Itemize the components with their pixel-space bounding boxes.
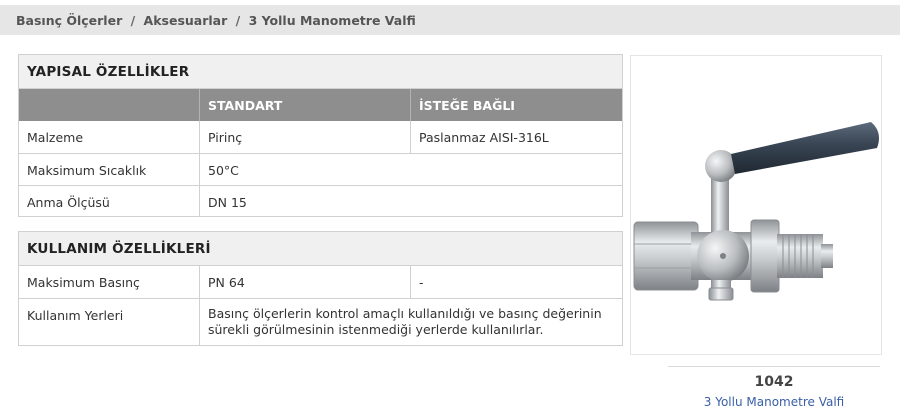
breadcrumb-separator: / — [130, 13, 136, 28]
row-label: Malzeme — [19, 121, 200, 153]
product-code: 1042 — [754, 374, 794, 390]
column-header-standard: STANDART — [200, 89, 411, 121]
table-row: Malzeme Pirinç Paslanmaz AISI-316L — [19, 121, 622, 153]
structural-properties-table: YAPISAL ÖZELLİKLER STANDART İSTEĞE BAĞLI… — [18, 54, 623, 217]
row-label: Kullanım Yerleri — [19, 299, 200, 345]
standard-value: PN 64 — [200, 266, 411, 298]
section-title: KULLANIM ÖZELLİKLERİ — [19, 232, 622, 266]
table-header-row: STANDART İSTEĞE BAĞLI — [19, 89, 622, 121]
table-row: Maksimum Basınç PN 64 - — [19, 266, 622, 298]
optional-value: Paslanmaz AISI-316L — [419, 130, 549, 145]
optional-value: - — [419, 275, 424, 290]
column-header-label — [19, 89, 200, 121]
breadcrumb-item-current: 3 Yollu Manometre Valfi — [248, 13, 416, 28]
table-row: Kullanım Yerleri Basınç ölçerlerin kontr… — [19, 298, 622, 345]
row-label: Maksimum Basınç — [19, 266, 200, 298]
row-label: Anma Ölçüsü — [19, 186, 200, 216]
breadcrumb-separator: / — [235, 13, 241, 28]
table-row: Maksimum Sıcaklık 50°C — [19, 153, 622, 185]
column-header-optional: İSTEĞE BAĞLI — [419, 98, 515, 113]
breadcrumb-item-category[interactable]: Basınç Ölçerler — [16, 13, 122, 28]
valve-image — [633, 122, 879, 301]
divider — [668, 366, 880, 367]
table-row: Anma Ölçüsü DN 15 — [19, 185, 622, 216]
breadcrumb: Basınç Ölçerler / Aksesuarlar / 3 Yollu … — [0, 5, 900, 35]
row-value: DN 15 — [208, 195, 247, 210]
product-name-link[interactable]: 3 Yollu Manometre Valfi — [668, 395, 880, 409]
section-title: YAPISAL ÖZELLİKLER — [19, 55, 622, 89]
row-value: Basınç ölçerlerin kontrol amaçlı kullanı… — [208, 306, 602, 337]
standard-value: Pirinç — [200, 121, 411, 153]
breadcrumb-item-subcategory[interactable]: Aksesuarlar — [144, 13, 228, 28]
product-image-frame[interactable] — [630, 55, 882, 355]
usage-properties-table: KULLANIM ÖZELLİKLERİ Maksimum Basınç PN … — [18, 231, 623, 346]
row-label: Maksimum Sıcaklık — [19, 154, 200, 185]
row-value: 50°C — [208, 163, 239, 178]
